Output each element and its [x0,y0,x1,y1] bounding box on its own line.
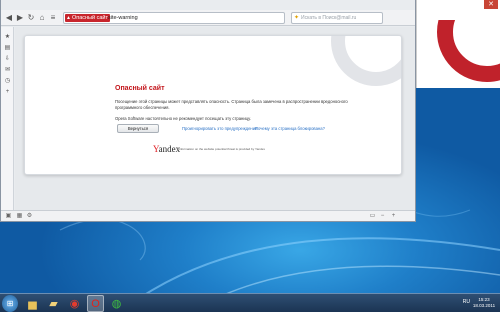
mail-icon[interactable]: ✉ [3,66,12,75]
zoom-in-icon[interactable]: + [389,212,398,221]
explorer-icon[interactable]: ▅ [24,295,41,312]
yandex-logo: Yandex [153,144,181,154]
browser-toolbar: ◀ ▶ ↻ ⌂ ≡ ▲Опасный сайт site-warning ▾ ✦… [1,10,415,26]
clock-date: 18.03.2011 [472,303,496,308]
bookmarks-icon[interactable]: ★ [3,33,12,42]
close-icon[interactable]: ✕ [484,0,498,9]
downloads-icon[interactable]: ⇩ [3,55,12,64]
start-button[interactable]: ⊞ [2,295,18,312]
page-title: Опасный сайт [115,85,165,92]
speed-dial-icon[interactable]: ▦ [15,212,24,221]
red-arc-graphic [417,20,500,88]
site-warning-badge[interactable]: ▲Опасный сайт [65,14,111,22]
tray-language[interactable]: RU [463,299,470,305]
notes-icon[interactable]: ▤ [3,44,12,53]
page-viewport: Опасный сайт Посещение этой страницы мож… [15,27,415,210]
search-engine-icon: ✦ [294,15,300,21]
history-icon[interactable]: ◷ [3,77,12,86]
address-text: site-warning [108,15,138,21]
menu-icon[interactable]: ≡ [47,12,59,24]
background-app-window[interactable]: ✕ [416,0,500,88]
sidebar-panel: ★ ▤ ⇩ ✉ ◷ + [1,27,14,210]
opera-taskbar-icon[interactable]: O [87,295,104,312]
warning-card: Опасный сайт Посещение этой страницы мож… [24,35,402,175]
add-panel-icon[interactable]: + [3,88,12,97]
clock[interactable]: 15:23 18.03.2011 [472,297,496,309]
taskbar: ⊞ ▅ ▰ ◉ O ◍ RU 15:23 18.03.2011 [0,293,500,312]
address-bar[interactable]: ▲Опасный сайт site-warning [63,12,285,24]
app-taskbar-icon[interactable]: ◍ [108,295,125,312]
back-button[interactable]: Вернуться [117,124,159,133]
decorative-circle [331,36,401,86]
chrome-icon[interactable]: ◉ [66,295,83,312]
zoom-out-icon[interactable]: − [378,212,387,221]
settings-icon[interactable]: ⚙ [25,212,34,221]
file-manager-icon[interactable]: ▰ [45,295,62,312]
recommendation-text: Opera Software настоятельно не рекоменду… [115,116,251,121]
browser-window[interactable]: ◀ ▶ ↻ ⌂ ≡ ▲Опасный сайт site-warning ▾ ✦… [0,0,416,222]
ignore-warning-link[interactable]: Проигнорировать это предупреждение [182,126,257,131]
why-blocked-link[interactable]: Почему эта страница блокирована? [255,126,325,131]
search-placeholder: Искать в Поиск@mail.ru [301,15,357,21]
search-field[interactable]: ✦ Искать в Поиск@mail.ru [291,12,383,24]
warning-message: Посещение этой страницы может представля… [115,99,348,110]
warning-icon: ▲ [66,15,71,21]
status-bar: ▣ ▦ ⚙ ▭ − + [1,210,415,221]
provider-note: Information on the website potential thr… [179,147,265,151]
view-icon[interactable]: ▭ [368,212,377,221]
panel-toggle-icon[interactable]: ▣ [4,212,13,221]
